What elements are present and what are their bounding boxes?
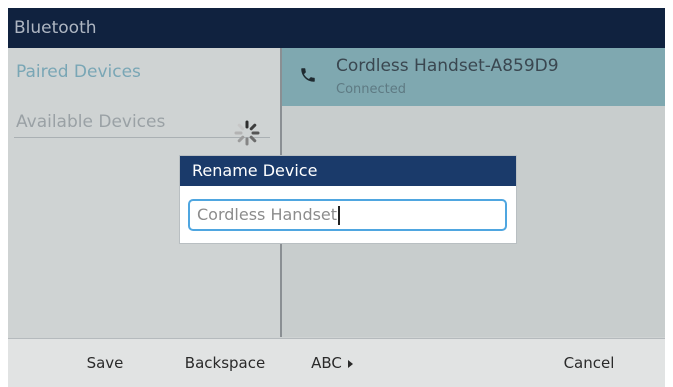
rename-device-dialog: Rename Device Cordless Handset (180, 156, 516, 243)
arrow-right-icon (347, 359, 353, 368)
backspace-softkey[interactable]: Backspace (170, 339, 280, 387)
dialog-title: Rename Device (180, 156, 516, 186)
abc-softkey-label: ABC (311, 354, 342, 372)
nav-item-paired-devices[interactable]: Paired Devices (8, 48, 270, 96)
loading-spinner-icon (234, 120, 260, 146)
device-name-input[interactable]: Cordless Handset (188, 199, 507, 231)
abc-softkey[interactable]: ABC (297, 339, 367, 387)
window-title: Bluetooth (8, 8, 665, 48)
device-name: Cordless Handset-A859D9 (336, 56, 559, 76)
nav-item-available-devices[interactable]: Available Devices (8, 98, 270, 146)
device-status: Connected (336, 82, 407, 97)
cancel-softkey[interactable]: Cancel (549, 339, 629, 387)
text-caret (338, 206, 341, 225)
softkey-bar: Save Backspace ABC Cancel (8, 338, 665, 387)
save-softkey[interactable]: Save (70, 339, 140, 387)
device-row[interactable]: Cordless Handset-A859D9 Connected (282, 48, 665, 106)
phone-icon (301, 68, 315, 82)
device-name-input-value: Cordless Handset (197, 205, 338, 224)
